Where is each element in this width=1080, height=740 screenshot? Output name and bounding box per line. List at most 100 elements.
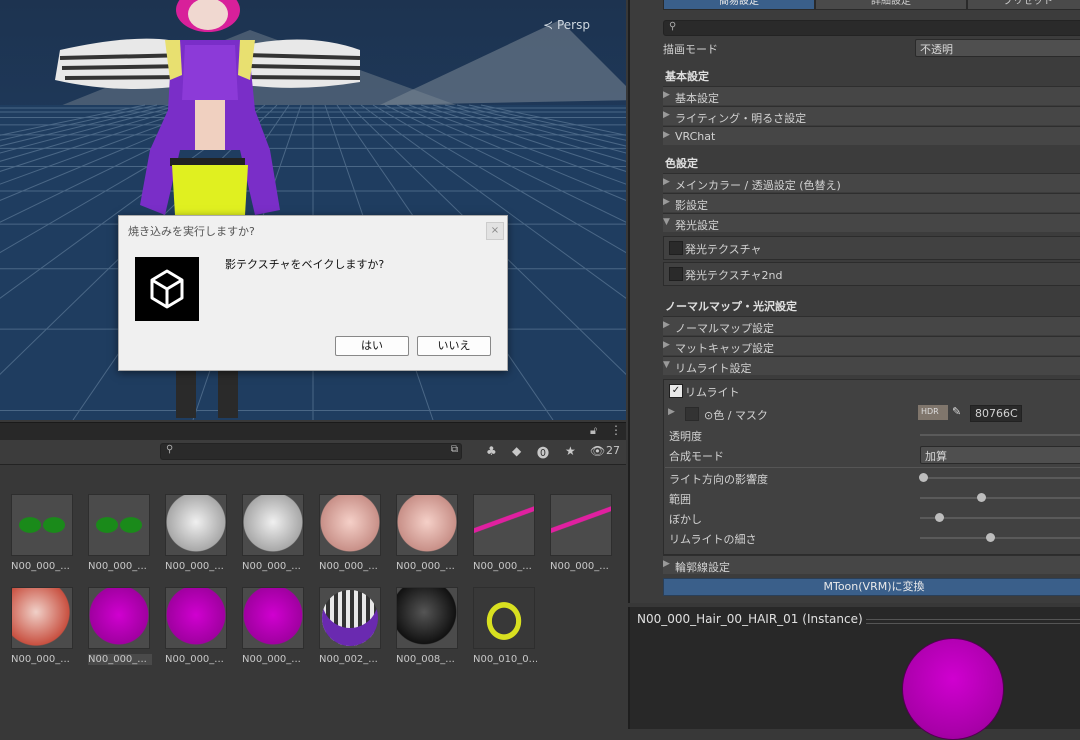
asset-item[interactable]: N00_000_...: [319, 494, 383, 572]
eyedropper-icon[interactable]: ✎: [952, 405, 961, 418]
close-icon[interactable]: ×: [486, 222, 504, 240]
preview-title: N00_000_Hair_00_HAIR_01 (Instance): [637, 612, 863, 626]
convert-to-mtoon-button[interactable]: MToon(VRM)に変換: [663, 578, 1080, 596]
foldout-normal-map[interactable]: ▶ ノーマルマップ設定: [663, 316, 1080, 335]
hidden-packages-icon[interactable]: 👁︎: [590, 444, 605, 458]
rim-color-swatch[interactable]: HDR: [918, 405, 948, 420]
foldout-arrow-icon: ▶: [663, 130, 670, 140]
range-slider[interactable]: [920, 493, 1080, 502]
asset-item[interactable]: N00_000_...: [165, 494, 229, 572]
render-mode-label: 描画モード: [663, 43, 718, 56]
asset-item[interactable]: N00_000_...: [242, 587, 306, 665]
asset-item[interactable]: N00_010_0...: [473, 587, 537, 665]
slider-knob[interactable]: [934, 513, 944, 522]
tab-preset[interactable]: プリセット: [967, 0, 1080, 10]
asset-item[interactable]: N00_002_...: [319, 587, 383, 665]
rim-texture-slot[interactable]: [685, 407, 699, 421]
foldout-arrow-icon: ▶: [663, 110, 670, 120]
blend-mode-dropdown[interactable]: 加算: [920, 446, 1080, 464]
lock-icon[interactable]: 🔓︎: [590, 424, 597, 438]
asset-item[interactable]: N00_000_...: [550, 494, 614, 572]
rim-width-slider[interactable]: [920, 533, 1080, 542]
asset-thumbnail[interactable]: [473, 494, 535, 556]
light-direction-slider[interactable]: [919, 473, 1080, 482]
log-icon[interactable]: ⓿: [537, 444, 549, 461]
more-menu-icon[interactable]: ⋮: [610, 423, 622, 437]
asset-thumbnail[interactable]: [88, 587, 150, 649]
foldout-rimlight[interactable]: ▼ リムライト設定: [663, 356, 1080, 375]
asset-thumbnail[interactable]: [242, 494, 304, 556]
foldout-label: 基本設定: [675, 92, 719, 105]
blur-slider[interactable]: [920, 513, 1080, 522]
camera-mode-label[interactable]: ≺ Persp: [543, 18, 590, 32]
foldout-vrchat[interactable]: ▶ VRChat: [663, 126, 1080, 145]
asset-item[interactable]: N00_000_...: [88, 587, 152, 665]
asset-thumbnail[interactable]: [88, 494, 150, 556]
inspector-search-input[interactable]: ⚲: [663, 20, 1080, 36]
asset-item[interactable]: N00_000_...: [11, 587, 75, 665]
asset-item[interactable]: N00_000_...: [242, 494, 306, 572]
asset-item[interactable]: N00_000_...: [88, 494, 152, 572]
transparency-label: 透明度: [669, 430, 702, 443]
asset-thumbnail[interactable]: [319, 494, 381, 556]
search-by-type-icon[interactable]: ⧉: [451, 444, 458, 455]
normal-section-header: ノーマルマップ・光沢設定: [665, 300, 797, 313]
hidden-packages-count: 27: [606, 444, 620, 457]
asset-thumbnail[interactable]: [165, 494, 227, 556]
foldout-emission[interactable]: ▼ 発光設定: [663, 213, 1080, 232]
blur-label: ぼかし: [669, 513, 702, 526]
foldout-matcap[interactable]: ▶ マットキャップ設定: [663, 336, 1080, 355]
blend-mode-label: 合成モード: [669, 450, 724, 463]
foldout-arrow-icon: ▶: [663, 90, 670, 100]
asset-thumbnail[interactable]: [165, 587, 227, 649]
foldout-shadow[interactable]: ▶ 影設定: [663, 193, 1080, 212]
transparency-slider[interactable]: [920, 434, 1080, 436]
asset-thumbnail[interactable]: [242, 587, 304, 649]
asset-thumbnail[interactable]: [11, 587, 73, 649]
blend-mode-value: 加算: [925, 450, 947, 463]
tab-simple[interactable]: 簡易設定: [663, 0, 815, 10]
asset-item[interactable]: N00_000_...: [11, 494, 75, 572]
no-button[interactable]: いいえ: [417, 336, 491, 356]
asset-item[interactable]: N00_000_...: [396, 494, 460, 572]
search-icon: ⚲: [669, 21, 677, 32]
asset-thumbnail[interactable]: [550, 494, 612, 556]
material-preview-sphere[interactable]: [902, 638, 1004, 740]
foldout-expanded-icon: ▼: [663, 217, 670, 227]
asset-item[interactable]: N00_000_...: [165, 587, 229, 665]
foldout-arrow-icon: ▶: [663, 197, 670, 207]
render-mode-dropdown[interactable]: 不透明: [915, 39, 1080, 57]
preview-drag-handle[interactable]: [866, 619, 1080, 624]
asset-thumbnail[interactable]: [396, 494, 458, 556]
filter-by-label-icon[interactable]: ◆: [512, 444, 521, 458]
asset-item[interactable]: N00_000_...: [473, 494, 537, 572]
asset-label: N00_000_...: [165, 561, 224, 572]
asset-thumbnail[interactable]: [396, 587, 458, 649]
filter-by-type-icon[interactable]: ♣: [486, 444, 497, 458]
range-label: 範囲: [669, 493, 691, 506]
foldout-basic[interactable]: ▶ 基本設定: [663, 86, 1080, 105]
emission-texture-checkbox[interactable]: [669, 241, 683, 255]
emission-texture2-label: 発光テクスチャ2nd: [685, 269, 783, 282]
foldout-lighting[interactable]: ▶ ライティング・明るさ設定: [663, 106, 1080, 125]
rim-color-hex-field[interactable]: 80766C: [970, 405, 1022, 422]
asset-label: N00_000_...: [473, 561, 532, 572]
yes-button[interactable]: はい: [335, 336, 409, 356]
tab-advanced[interactable]: 詳細設定: [815, 0, 967, 10]
asset-thumbnail[interactable]: [11, 494, 73, 556]
foldout-main-color[interactable]: ▶ メインカラー / 透過設定 (色替え): [663, 173, 1080, 192]
divider: [665, 467, 1080, 468]
asset-thumbnail[interactable]: [319, 587, 381, 649]
asset-item[interactable]: N00_008_...: [396, 587, 460, 665]
project-panel: 🔓︎ ⋮ ⚲ ⧉ ♣ ◆ ⓿ ★ 👁︎ 27 N00_000_... N00_00…: [0, 422, 626, 729]
asset-label: N00_000_...: [11, 654, 70, 665]
asset-label: N00_000_...: [550, 561, 609, 572]
project-search-input[interactable]: ⚲ ⧉: [160, 443, 462, 460]
emission-texture2-checkbox[interactable]: [669, 267, 683, 281]
favorite-star-icon[interactable]: ★: [565, 444, 576, 458]
slider-knob[interactable]: [985, 533, 995, 542]
rimlight-checkbox[interactable]: ✓: [669, 384, 683, 398]
asset-thumbnail[interactable]: [473, 587, 535, 649]
foldout-outline[interactable]: ▶ 輪郭線設定: [663, 555, 1080, 574]
expand-arrow-icon[interactable]: ▶: [668, 407, 675, 417]
